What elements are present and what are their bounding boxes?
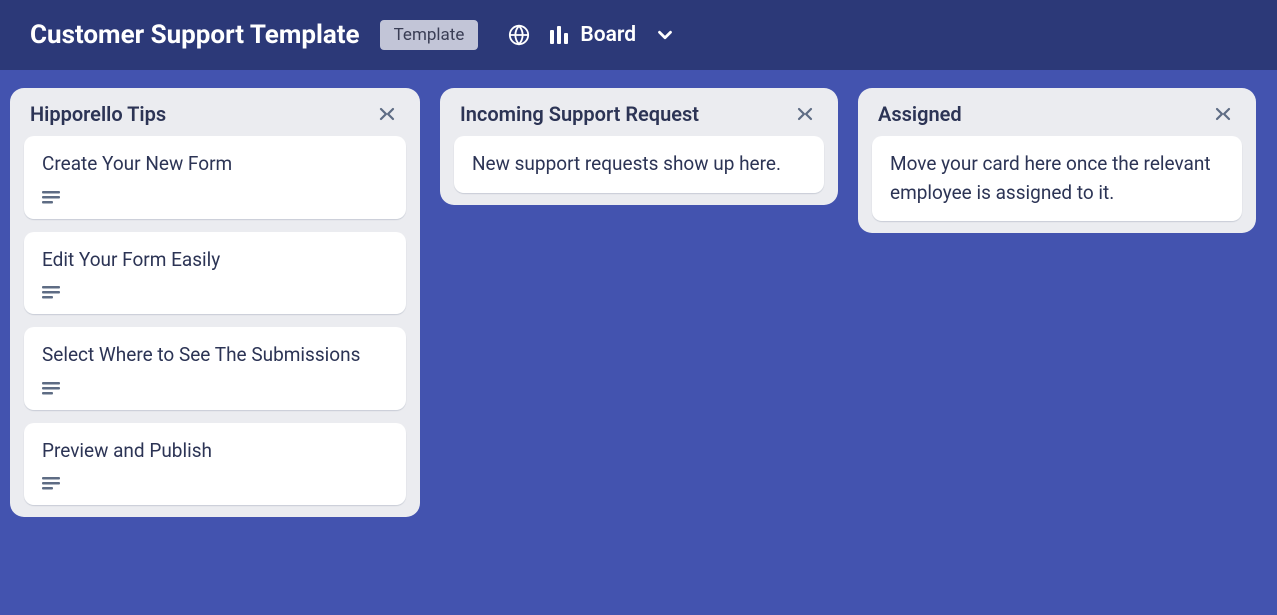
list-title[interactable]: Incoming Support Request xyxy=(460,102,699,126)
card[interactable]: Edit Your Form Easily xyxy=(24,232,406,315)
card[interactable]: New support requests show up here. xyxy=(454,136,824,193)
list-cards: Move your card here once the relevant em… xyxy=(858,136,1256,233)
card-title: New support requests show up here. xyxy=(472,150,806,179)
collapse-list-icon[interactable] xyxy=(374,106,400,122)
list-title[interactable]: Assigned xyxy=(878,102,962,126)
card-badges xyxy=(42,477,388,491)
card-badges xyxy=(42,191,388,205)
card-title: Move your card here once the relevant em… xyxy=(890,150,1224,207)
card-badges xyxy=(42,382,388,396)
template-badge[interactable]: Template xyxy=(380,20,479,50)
card-title: Create Your New Form xyxy=(42,150,388,179)
list-header: Incoming Support Request xyxy=(440,88,838,136)
view-switcher[interactable]: Board xyxy=(550,23,676,47)
list-title[interactable]: Hipporello Tips xyxy=(30,102,166,126)
board-header: Customer Support Template Template Board xyxy=(0,0,1277,70)
list-cards: New support requests show up here. xyxy=(440,136,838,205)
list-hipporello-tips: Hipporello Tips Create Your New Form Edi… xyxy=(10,88,420,517)
card-badges xyxy=(42,286,388,300)
list-header: Assigned xyxy=(858,88,1256,136)
card-title: Select Where to See The Submissions xyxy=(42,341,388,370)
visibility-button[interactable] xyxy=(508,24,530,46)
collapse-list-icon[interactable] xyxy=(1210,106,1236,122)
board-title[interactable]: Customer Support Template xyxy=(30,20,360,50)
card[interactable]: Create Your New Form xyxy=(24,136,406,219)
card[interactable]: Move your card here once the relevant em… xyxy=(872,136,1242,221)
globe-icon xyxy=(508,24,530,46)
description-icon xyxy=(42,191,60,205)
list-header: Hipporello Tips xyxy=(10,88,420,136)
card-title: Edit Your Form Easily xyxy=(42,246,388,275)
list-cards: Create Your New Form Edit Your Form Easi… xyxy=(10,136,420,517)
description-icon xyxy=(42,286,60,300)
description-icon xyxy=(42,382,60,396)
list-assigned: Assigned Move your card here once the re… xyxy=(858,88,1256,233)
card-title: Preview and Publish xyxy=(42,437,388,466)
view-label: Board xyxy=(580,23,636,47)
collapse-list-icon[interactable] xyxy=(792,106,818,122)
board-area: Hipporello Tips Create Your New Form Edi… xyxy=(0,70,1277,615)
description-icon xyxy=(42,477,60,491)
board-view-icon xyxy=(550,26,568,44)
chevron-down-icon xyxy=(654,24,676,46)
card[interactable]: Select Where to See The Submissions xyxy=(24,327,406,410)
card[interactable]: Preview and Publish xyxy=(24,423,406,506)
list-incoming-support-request: Incoming Support Request New support req… xyxy=(440,88,838,205)
